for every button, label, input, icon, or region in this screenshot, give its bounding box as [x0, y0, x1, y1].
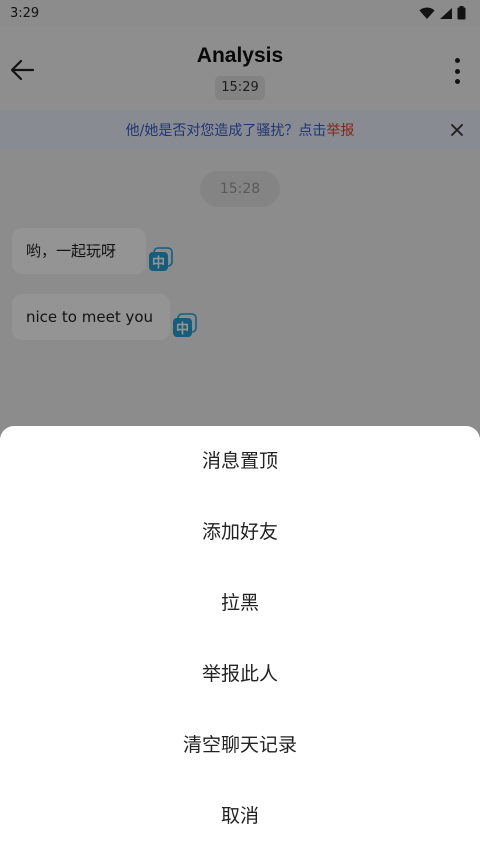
- pin-message-option[interactable]: 消息置顶: [0, 426, 480, 497]
- block-option[interactable]: 拉黑: [0, 568, 480, 639]
- action-sheet: 消息置顶 添加好友 拉黑 举报此人 清空聊天记录 取消: [0, 426, 480, 854]
- clear-history-option[interactable]: 清空聊天记录: [0, 710, 480, 781]
- cancel-button[interactable]: 取消: [0, 781, 480, 852]
- report-user-option[interactable]: 举报此人: [0, 639, 480, 710]
- add-friend-option[interactable]: 添加好友: [0, 497, 480, 568]
